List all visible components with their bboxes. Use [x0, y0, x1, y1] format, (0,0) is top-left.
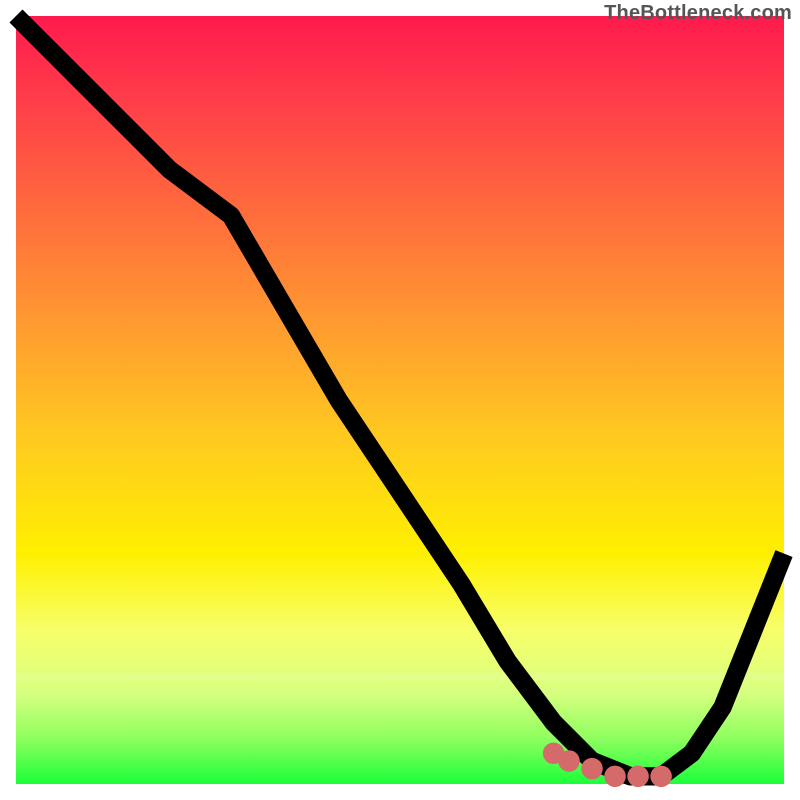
chart-container: TheBottleneck.com: [0, 0, 800, 800]
marker-dot: [604, 766, 626, 788]
chart-svg: [16, 16, 784, 784]
bottleneck-curve: [16, 16, 784, 776]
marker-dot: [650, 766, 672, 788]
marker-dot: [558, 750, 580, 772]
marker-dot: [581, 758, 603, 780]
watermark-text: TheBottleneck.com: [604, 2, 792, 25]
marker-dot: [627, 766, 649, 788]
